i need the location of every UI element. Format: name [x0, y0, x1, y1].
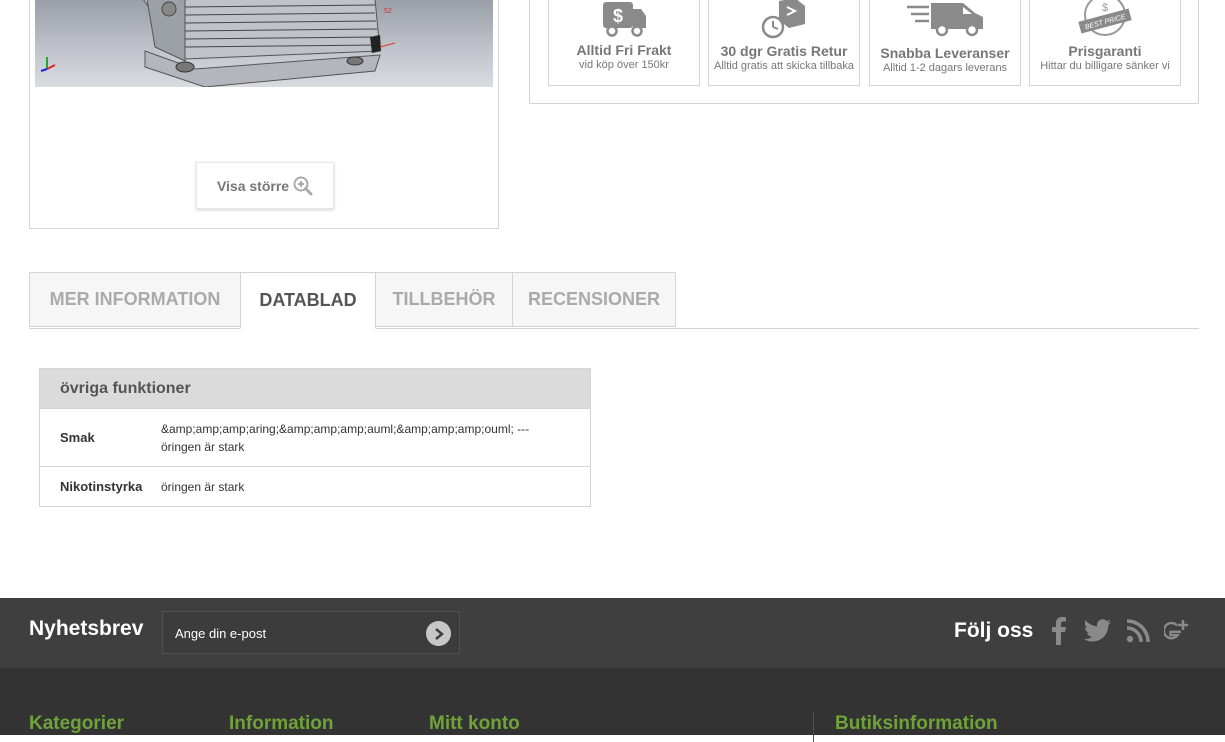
- benefit-fast-delivery: Snabba Leveranser Alltid 1-2 dagars leve…: [869, 0, 1021, 86]
- axis-triad-icon: [40, 57, 56, 72]
- facebook-link[interactable]: [1044, 616, 1074, 646]
- footer: Kategorier Information Mitt konto Butiks…: [0, 668, 1225, 742]
- tab-datasheet[interactable]: DATABLAD: [240, 272, 376, 329]
- chevron-right-icon: [434, 627, 444, 640]
- rss-icon: [1126, 619, 1150, 643]
- datasheet-key: Smak: [60, 430, 95, 445]
- benefit-free-shipping: $ Alltid Fri Frakt vid köp över 150kr: [548, 0, 700, 86]
- benefit-price-guarantee: $ BEST PRICE Prisgaranti Hittar du billi…: [1029, 0, 1181, 86]
- twitter-icon: [1084, 619, 1111, 642]
- footer-divider: [813, 712, 814, 742]
- facebook-icon: [1052, 617, 1066, 645]
- benefit-title: Snabba Leveranser: [880, 45, 1010, 61]
- tab-accessories[interactable]: TILLBEHÖR: [375, 272, 513, 327]
- best-price-badge-icon: $ BEST PRICE: [1078, 0, 1132, 36]
- benefit-title: Alltid Fri Frakt: [576, 42, 672, 58]
- benefit-free-return: 30 dgr Gratis Retur Alltid gratis att sk…: [708, 0, 860, 86]
- datasheet-heading: övriga funktioner: [40, 369, 590, 409]
- datasheet-value: öringen är stark: [161, 479, 245, 494]
- cad-model-render: 52: [40, 0, 396, 87]
- view-larger-button[interactable]: Visa större: [196, 162, 334, 209]
- twitter-link[interactable]: [1083, 616, 1113, 646]
- datasheet-value: &amp;amp;amp;aring;&amp;amp;amp;auml;&am…: [161, 421, 530, 454]
- badge-symbol: $: [1102, 2, 1108, 14]
- product-image[interactable]: 52: [35, 0, 493, 87]
- tab-reviews[interactable]: RECENSIONER: [512, 272, 676, 327]
- datasheet-table: övriga funktioner Smak &amp;amp;amp;arin…: [39, 368, 591, 507]
- newsletter-bar: Nyhetsbrev Följ oss: [0, 598, 1225, 668]
- footer-heading-my-account[interactable]: Mitt konto: [429, 713, 520, 735]
- benefit-title: 30 dgr Gratis Retur: [720, 43, 848, 59]
- return-box-clock-icon: [761, 0, 805, 39]
- truck-dollar-icon: $: [603, 2, 646, 37]
- benefits-panel: $ Alltid Fri Frakt vid köp över 150kr 30…: [529, 0, 1199, 104]
- benefit-subtitle: Hittar du billigare sänker vi: [1040, 60, 1170, 72]
- newsletter-form: [162, 611, 460, 655]
- dimension-label: 52: [384, 8, 392, 15]
- follow-title: Följ oss: [954, 619, 1034, 642]
- product-image-panel: 52 Visa större: [29, 0, 499, 229]
- newsletter-submit-button[interactable]: [426, 621, 451, 646]
- rss-link[interactable]: [1123, 616, 1153, 646]
- footer-heading-categories[interactable]: Kategorier: [29, 713, 124, 735]
- svg-text:$: $: [613, 6, 623, 26]
- datasheet-key: Nikotinstyrka: [60, 479, 143, 494]
- footer-heading-store-info[interactable]: Butiksinformation: [835, 713, 998, 735]
- zoom-in-icon: [293, 176, 313, 195]
- fast-van-icon: [907, 3, 983, 37]
- newsletter-email-input[interactable]: [163, 612, 427, 655]
- tab-more-information[interactable]: MER INFORMATION: [29, 272, 241, 327]
- benefit-subtitle: Alltid gratis att skicka tillbaka: [714, 60, 854, 72]
- view-larger-label: Visa större: [216, 177, 290, 194]
- newsletter-title: Nyhetsbrev: [29, 617, 144, 640]
- table-row: Nikotinstyrka öringen är stark: [40, 467, 590, 506]
- benefit-subtitle: vid köp över 150kr: [579, 59, 669, 71]
- google-plus-link[interactable]: [1163, 616, 1193, 646]
- google-plus-icon: [1164, 620, 1188, 640]
- table-row: Smak &amp;amp;amp;aring;&amp;amp;amp;aum…: [40, 409, 590, 467]
- product-tabs: MER INFORMATION DATABLAD TILLBEHÖR RECEN…: [29, 272, 1199, 329]
- footer-heading-information[interactable]: Information: [229, 713, 334, 735]
- benefit-subtitle: Alltid 1-2 dagars leverans: [882, 62, 1008, 74]
- benefit-title: Prisgaranti: [1068, 43, 1142, 59]
